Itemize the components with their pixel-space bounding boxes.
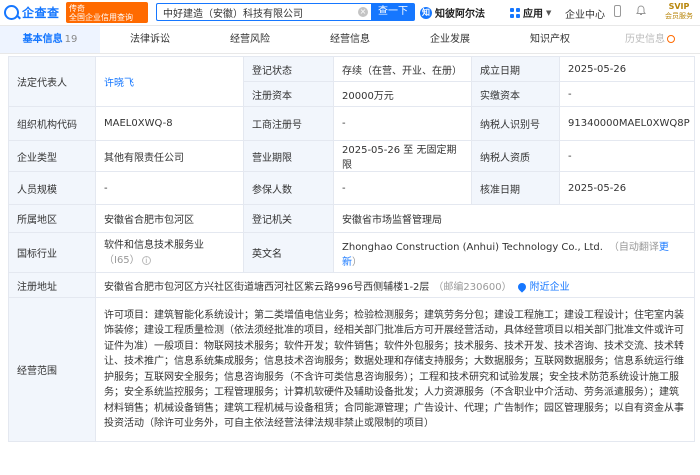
region-label: 所属地区 — [8, 204, 96, 233]
address-label: 注册地址 — [8, 272, 96, 298]
zhi-alpha-link[interactable]: 知 知彼阿尔法 — [420, 5, 485, 20]
grid-icon — [510, 7, 520, 18]
search-input[interactable] — [156, 3, 371, 21]
biz-term-value: 2025-05-26 至 无固定期限 — [333, 140, 472, 172]
est-date-value: 2025-05-26 — [559, 56, 695, 82]
insured-value: - — [333, 171, 472, 205]
clear-icon[interactable]: × — [358, 7, 368, 17]
industry-cell: 软件和信息技术服务业 （I65） i — [95, 232, 244, 273]
svip-badge[interactable]: SVIP 会员服务 — [662, 2, 696, 24]
nearby-companies-link[interactable]: 附近企业 — [530, 282, 570, 293]
brand-line-2: 全国企业信用查询 — [69, 12, 133, 22]
search-button[interactable]: 查一下 — [371, 3, 415, 21]
apps-menu[interactable]: 应用 ▼ — [510, 5, 551, 20]
reg-capital-label: 注册资本 — [243, 81, 334, 107]
en-name-label: 英文名 — [243, 232, 334, 273]
address-zip: （邮编230600） — [433, 281, 512, 293]
logo-text: 企查查 — [22, 6, 60, 20]
tab-bar: 基本信息 19 法律诉讼 经营风险 经营信息 企业发展 知识产权 历史信息 — [0, 26, 700, 54]
svip-sub-label: 会员服务 — [665, 12, 693, 20]
en-name-cell: Zhonghao Construction (Anhui) Technology… — [333, 232, 695, 273]
company-info-table: 法定代表人 许晓飞 登记状态 存续（在营、开业、在册） 成立日期 2025-05… — [8, 56, 695, 442]
map-pin-icon — [515, 280, 528, 293]
paid-capital-value: - — [559, 81, 695, 107]
enterprise-center-link[interactable]: 企业中心 — [565, 6, 605, 21]
taxpayer-id-label: 纳税人识别号 — [471, 106, 560, 141]
tab-count: 19 — [64, 34, 78, 45]
est-date-label: 成立日期 — [471, 56, 560, 82]
taxpayer-id-value: 91340000MAEL0XWQ8P — [559, 106, 695, 141]
history-icon — [667, 35, 675, 43]
bell-icon[interactable] — [636, 5, 646, 16]
zhi-alpha-label: 知彼阿尔法 — [435, 9, 485, 20]
company-type-value: 其他有限责任公司 — [95, 140, 244, 172]
approval-date-label: 核准日期 — [471, 171, 560, 205]
zhi-alpha-icon: 知 — [420, 6, 432, 19]
staff-size-label: 人员规模 — [8, 171, 96, 205]
biz-reg-no-label: 工商注册号 — [243, 106, 334, 141]
tab-basic-info[interactable]: 基本信息 19 — [0, 26, 100, 53]
region-value: 安徽省合肥市包河区 — [95, 204, 244, 233]
scope-label: 经营范围 — [8, 297, 96, 442]
reg-capital-value: 20000万元 — [333, 81, 472, 107]
tab-risk[interactable]: 经营风险 — [200, 26, 300, 53]
org-code-value: MAEL0XWQ-8 — [95, 106, 244, 141]
reg-status-value: 存续（在营、开业、在册） — [333, 56, 472, 82]
brand-line-1: 传奇 — [69, 3, 85, 13]
top-bar: 企查查 传奇 全国企业信用查询 × 查一下 知 知彼阿尔法 应用 ▼ 企业中心 … — [0, 0, 700, 26]
industry-label: 国标行业 — [8, 232, 96, 273]
industry-value: 软件和信息技术服务业 — [104, 239, 204, 251]
industry-code: （I65） — [104, 254, 140, 266]
staff-size-value: - — [95, 171, 244, 205]
taxpayer-qual-value: - — [559, 140, 695, 172]
info-icon[interactable]: i — [141, 255, 151, 265]
paid-capital-label: 实缴资本 — [471, 81, 560, 107]
scope-value: 许可项目：建筑智能化系统设计；第二类增值电信业务；检验检测服务；建筑劳务分包；建… — [95, 297, 695, 442]
apps-label: 应用 — [523, 9, 543, 20]
reg-authority-label: 登记机关 — [243, 204, 334, 233]
svip-label: SVIP — [668, 2, 690, 11]
tab-label: 历史信息 — [625, 34, 665, 45]
tab-development[interactable]: 企业发展 — [400, 26, 500, 53]
legal-rep-value[interactable]: 许晓飞 — [95, 56, 244, 107]
en-name-value: Zhonghao Construction (Anhui) Technology… — [342, 241, 603, 253]
tab-ip[interactable]: 知识产权 — [500, 26, 600, 53]
legal-rep-label: 法定代表人 — [8, 56, 96, 107]
logo[interactable]: 企查查 — [4, 3, 60, 22]
taxpayer-qual-label: 纳税人资质 — [471, 140, 560, 172]
tab-legal[interactable]: 法律诉讼 — [100, 26, 200, 53]
approval-date-value: 2025-05-26 — [559, 171, 695, 205]
address-cell: 安徽省合肥市包河区方兴社区街道塘西河社区紫云路996号西侧辅楼1-2层 （邮编23… — [95, 272, 695, 298]
tab-label: 基本信息 — [22, 34, 63, 45]
company-type-label: 企业类型 — [8, 140, 96, 172]
magnifier-logo-icon — [4, 5, 19, 20]
tab-history[interactable]: 历史信息 — [600, 26, 700, 53]
phone-icon[interactable] — [614, 5, 621, 17]
insured-label: 参保人数 — [243, 171, 334, 205]
brand-tag: 传奇 全国企业信用查询 — [66, 2, 148, 23]
biz-reg-no-value: - — [333, 106, 472, 141]
auto-translate-note: （自动翻译 — [608, 241, 659, 253]
auto-translate-close: ） — [352, 256, 362, 268]
chevron-down-icon: ▼ — [546, 8, 552, 17]
reg-authority-value: 安徽省市场监督管理局 — [333, 204, 695, 233]
tab-operations[interactable]: 经营信息 — [300, 26, 400, 53]
address-value: 安徽省合肥市包河区方兴社区街道塘西河社区紫云路996号西侧辅楼1-2层 — [104, 281, 430, 293]
org-code-label: 组织机构代码 — [8, 106, 96, 141]
reg-status-label: 登记状态 — [243, 56, 334, 82]
biz-term-label: 营业期限 — [243, 140, 334, 172]
